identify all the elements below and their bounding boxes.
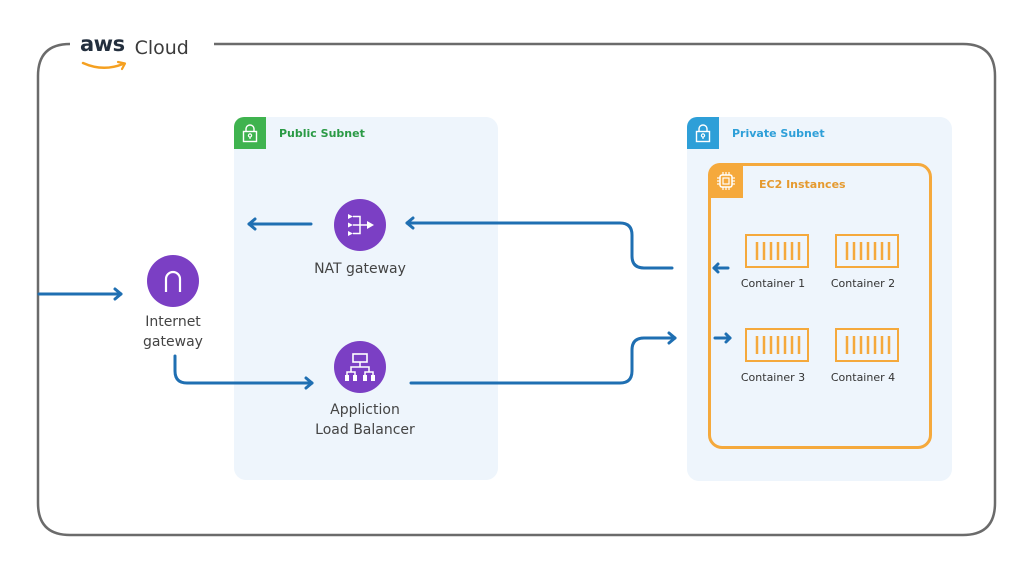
arrow-internet-gateway-to-load-balancer: [173, 354, 314, 390]
arrow-load-balancer-to-ec2: [409, 331, 677, 385]
arrow-ec2-outbound: [712, 262, 730, 274]
arrow-nat-gateway-to-outside: [247, 217, 313, 231]
arrow-ec2-to-nat-gateway: [405, 216, 674, 270]
arrow-ec2-inbound: [713, 332, 732, 344]
connection-arrows: [37, 216, 732, 390]
arrow-outside-to-internet-gateway: [37, 287, 123, 301]
